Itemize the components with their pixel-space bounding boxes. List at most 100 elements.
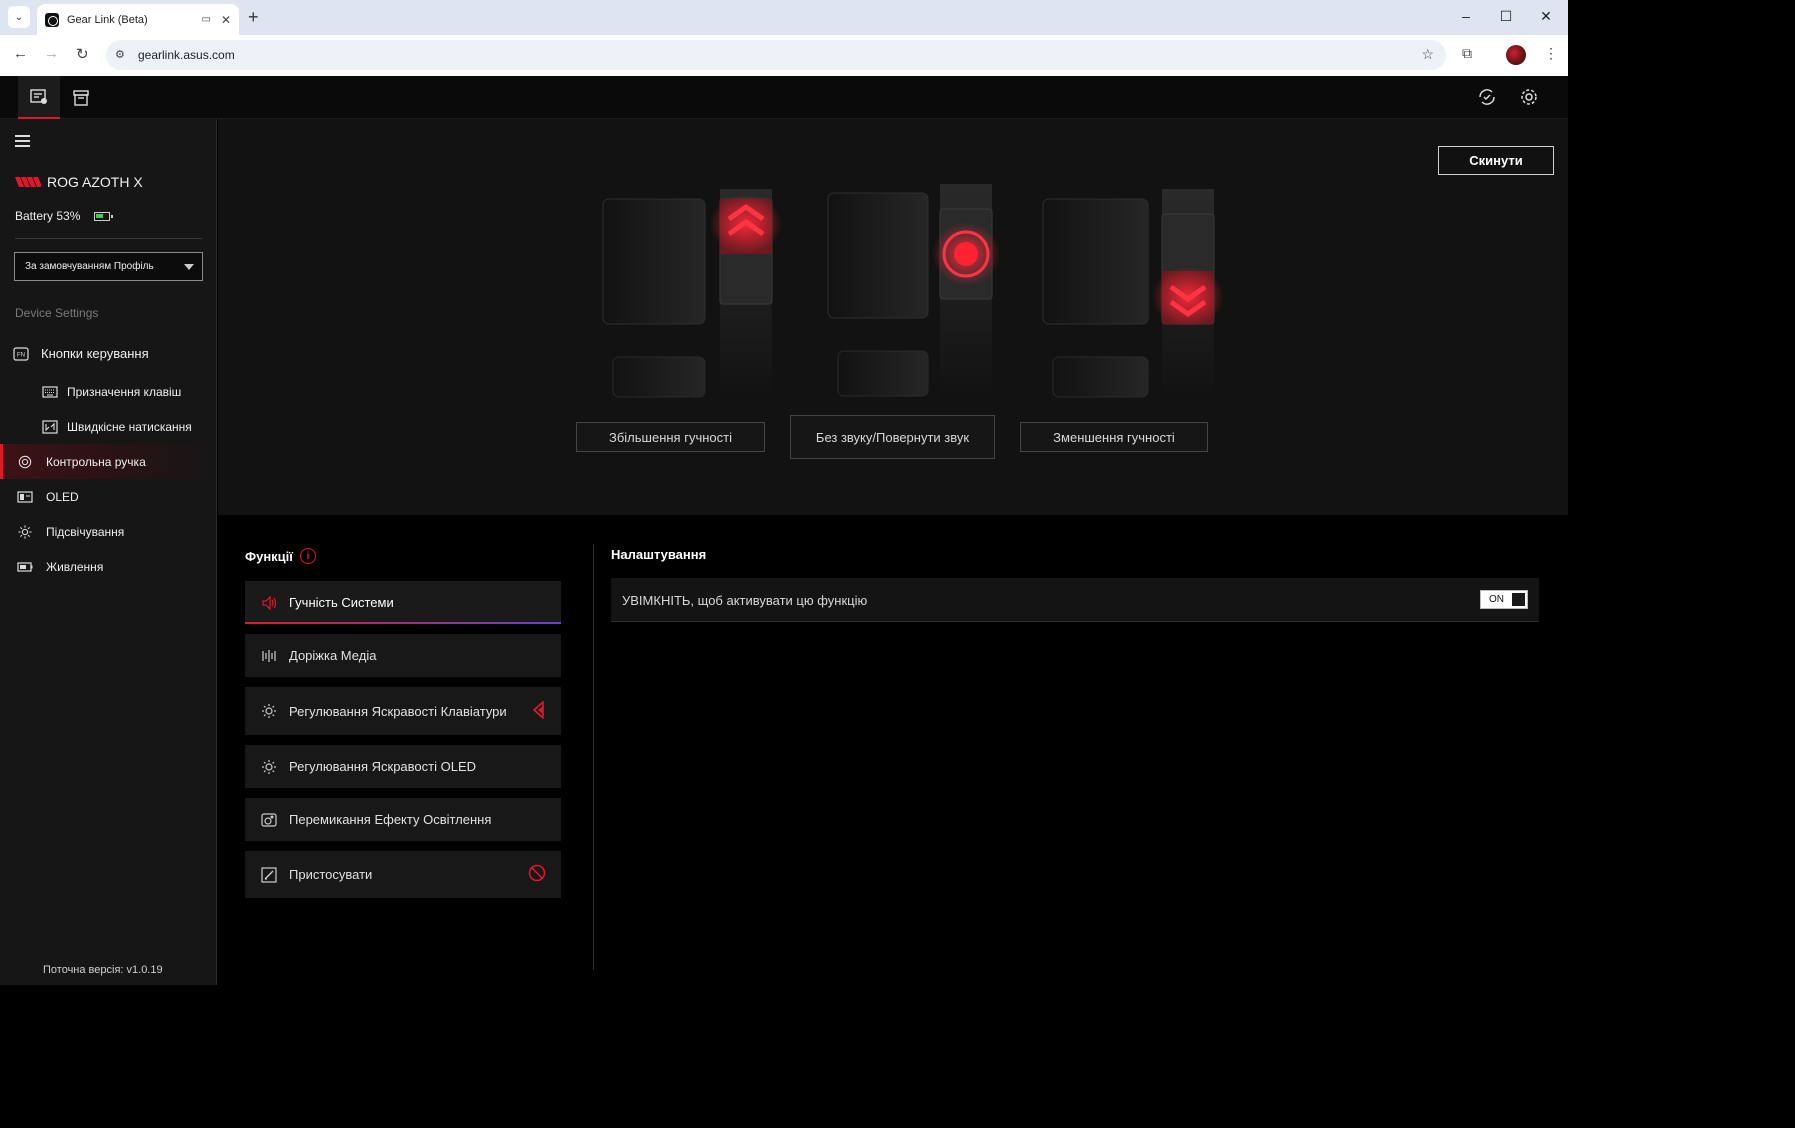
svg-text:FN: FN xyxy=(17,352,25,358)
edit-icon xyxy=(261,866,277,883)
tab-store[interactable] xyxy=(60,76,102,119)
sidebar-item-label: Швидкісне натискання xyxy=(67,419,192,434)
sidebar-item-label: Підсвічування xyxy=(46,524,125,539)
function-label: Гучність Системи xyxy=(289,595,394,610)
sidebar-item-control-buttons[interactable]: FN Кнопки керування xyxy=(0,336,216,371)
sidebar-item-control-knob[interactable]: Контрольна ручка xyxy=(0,444,216,479)
device-name: ROG AZOTH X xyxy=(47,174,143,190)
sidebar-item-key-assignment[interactable]: Призначення клавіш xyxy=(0,374,216,409)
device-card-icon xyxy=(30,88,47,104)
chevron-down-icon: ⌄ xyxy=(14,11,24,23)
section-label: Device Settings xyxy=(15,306,99,320)
rog-logo xyxy=(15,177,41,187)
browser-menu-icon[interactable]: ⋮ xyxy=(1544,45,1558,62)
sidebar-divider xyxy=(15,238,202,239)
reload-button[interactable]: ↻ xyxy=(76,45,89,63)
hamburger-menu-icon[interactable] xyxy=(15,135,30,147)
profile-avatar[interactable] xyxy=(1506,45,1526,65)
function-customize[interactable]: Пристосувати xyxy=(245,851,561,898)
functions-title: Функції xyxy=(245,548,293,564)
function-oled-brightness[interactable]: Регулювання Яскравості OLED xyxy=(245,745,561,788)
mute-toggle-button[interactable]: Без звуку/Повернути звук xyxy=(790,415,995,459)
enable-function-toggle[interactable]: ON xyxy=(1480,590,1528,609)
tab-media-icon: ▭ xyxy=(201,14,211,25)
brightness-icon xyxy=(262,759,276,774)
lighting-icon xyxy=(18,524,32,539)
function-settings-panel: Функції i Гучність Системи Доріжка Медіа xyxy=(218,515,1568,985)
minimize-button[interactable]: – xyxy=(1456,8,1476,24)
browser-tabstrip: ⌄ Gear Link (Beta) ▭ ✕ + – ☐ ✕ xyxy=(0,0,1568,35)
sidebar-item-oled[interactable]: OLED xyxy=(0,479,216,514)
settings-gear-icon[interactable] xyxy=(1518,86,1540,108)
tab-search-button[interactable]: ⌄ xyxy=(8,6,30,28)
toggle-state-label: ON xyxy=(1489,594,1504,605)
toggle-knob xyxy=(1512,593,1525,606)
app-header xyxy=(0,76,1568,119)
function-label: Регулювання Яскравості OLED xyxy=(289,759,477,774)
tab-device[interactable] xyxy=(18,76,60,119)
function-label: Пристосувати xyxy=(289,867,373,882)
sidebar-item-label: OLED xyxy=(46,489,79,504)
browser-tab[interactable]: Gear Link (Beta) ▭ ✕ xyxy=(37,4,239,35)
profile-select-value: За замовчуванням Профіль xyxy=(25,261,154,272)
sidebar: ROG AZOTH X Battery 53% За замовчуванням… xyxy=(0,119,217,985)
function-lighting-effect[interactable]: Перемикання Ефекту Освітлення xyxy=(245,798,561,841)
function-keyboard-brightness[interactable]: Регулювання Яскравості Клавіатури xyxy=(245,687,561,735)
fn-key-icon: FN xyxy=(13,346,29,361)
red-arrow-icon xyxy=(532,701,544,719)
keyboard-icon xyxy=(42,385,58,398)
forward-button[interactable]: → xyxy=(44,45,59,62)
enable-function-text: УВІМКНІТЬ, щоб активувати цю функцію xyxy=(622,593,868,608)
info-icon[interactable]: i xyxy=(299,548,316,564)
settings-title: Налаштування xyxy=(611,547,707,562)
media-bars-icon xyxy=(262,649,276,662)
volume-down-button[interactable]: Зменшення гучності xyxy=(1020,422,1208,452)
sidebar-item-label: Кнопки керування xyxy=(41,346,149,361)
app-version: Поточна версія: v1.0.19 xyxy=(43,964,163,976)
window-close-button[interactable]: ✕ xyxy=(1536,8,1556,25)
oled-icon xyxy=(17,490,33,503)
update-check-icon[interactable] xyxy=(1476,86,1498,108)
function-label: Перемикання Ефекту Освітлення xyxy=(289,812,492,827)
tab-close-icon[interactable]: ✕ xyxy=(221,13,231,27)
device-header: ROG AZOTH X xyxy=(15,174,143,190)
function-label: Регулювання Яскравості Клавіатури xyxy=(289,703,507,719)
battery-status: Battery 53% xyxy=(15,209,114,223)
sidebar-item-label: Призначення клавіш xyxy=(67,384,182,399)
knob-preview-panel: Скинути Збільшення гучності Без звуку/По… xyxy=(218,119,1568,515)
extensions-icon[interactable]: ⧉ xyxy=(1462,45,1472,62)
profile-select[interactable]: За замовчуванням Профіль xyxy=(14,252,203,281)
browser-toolbar: ← → ↻ ⚙ gearlink.asus.com ☆ ⧉ ⋮ xyxy=(0,35,1568,76)
tab-title: Gear Link (Beta) xyxy=(67,13,148,26)
panel-divider xyxy=(593,544,594,970)
enable-function-row: УВІМКНІТЬ, щоб активувати цю функцію ON xyxy=(611,578,1539,622)
prohibited-icon xyxy=(528,864,546,882)
back-button[interactable]: ← xyxy=(13,45,28,62)
sidebar-item-lighting[interactable]: Підсвічування xyxy=(0,514,216,549)
rapid-trigger-icon xyxy=(42,419,58,434)
battery-label: Battery 53% xyxy=(15,209,81,223)
battery-icon xyxy=(94,211,114,221)
knob-icon xyxy=(18,455,32,468)
function-media-track[interactable]: Доріжка Медіа xyxy=(245,634,561,677)
functions-header: Функції i xyxy=(245,548,316,564)
speaker-icon xyxy=(262,595,277,610)
volume-up-button[interactable]: Збільшення гучності xyxy=(576,422,765,452)
function-system-volume[interactable]: Гучність Системи xyxy=(245,581,561,624)
power-icon xyxy=(17,561,33,572)
knob-illustration xyxy=(602,184,1223,399)
lighting-effect-icon xyxy=(261,812,277,827)
sidebar-item-label: Контрольна ручка xyxy=(46,454,146,469)
maximize-button[interactable]: ☐ xyxy=(1496,8,1516,25)
gearlink-favicon-icon xyxy=(45,12,59,27)
function-label: Доріжка Медіа xyxy=(289,648,377,663)
site-info-icon[interactable]: ⚙ xyxy=(115,48,131,62)
sidebar-item-power[interactable]: Живлення xyxy=(0,549,216,584)
new-tab-button[interactable]: + xyxy=(248,7,259,28)
reset-button[interactable]: Скинути xyxy=(1438,146,1554,175)
store-icon xyxy=(73,89,89,106)
brightness-icon xyxy=(262,704,276,718)
bookmark-star-icon[interactable]: ☆ xyxy=(1421,46,1434,63)
sidebar-item-rapid-trigger[interactable]: Швидкісне натискання xyxy=(0,409,216,444)
address-bar[interactable]: ⚙ gearlink.asus.com ☆ xyxy=(106,40,1446,70)
